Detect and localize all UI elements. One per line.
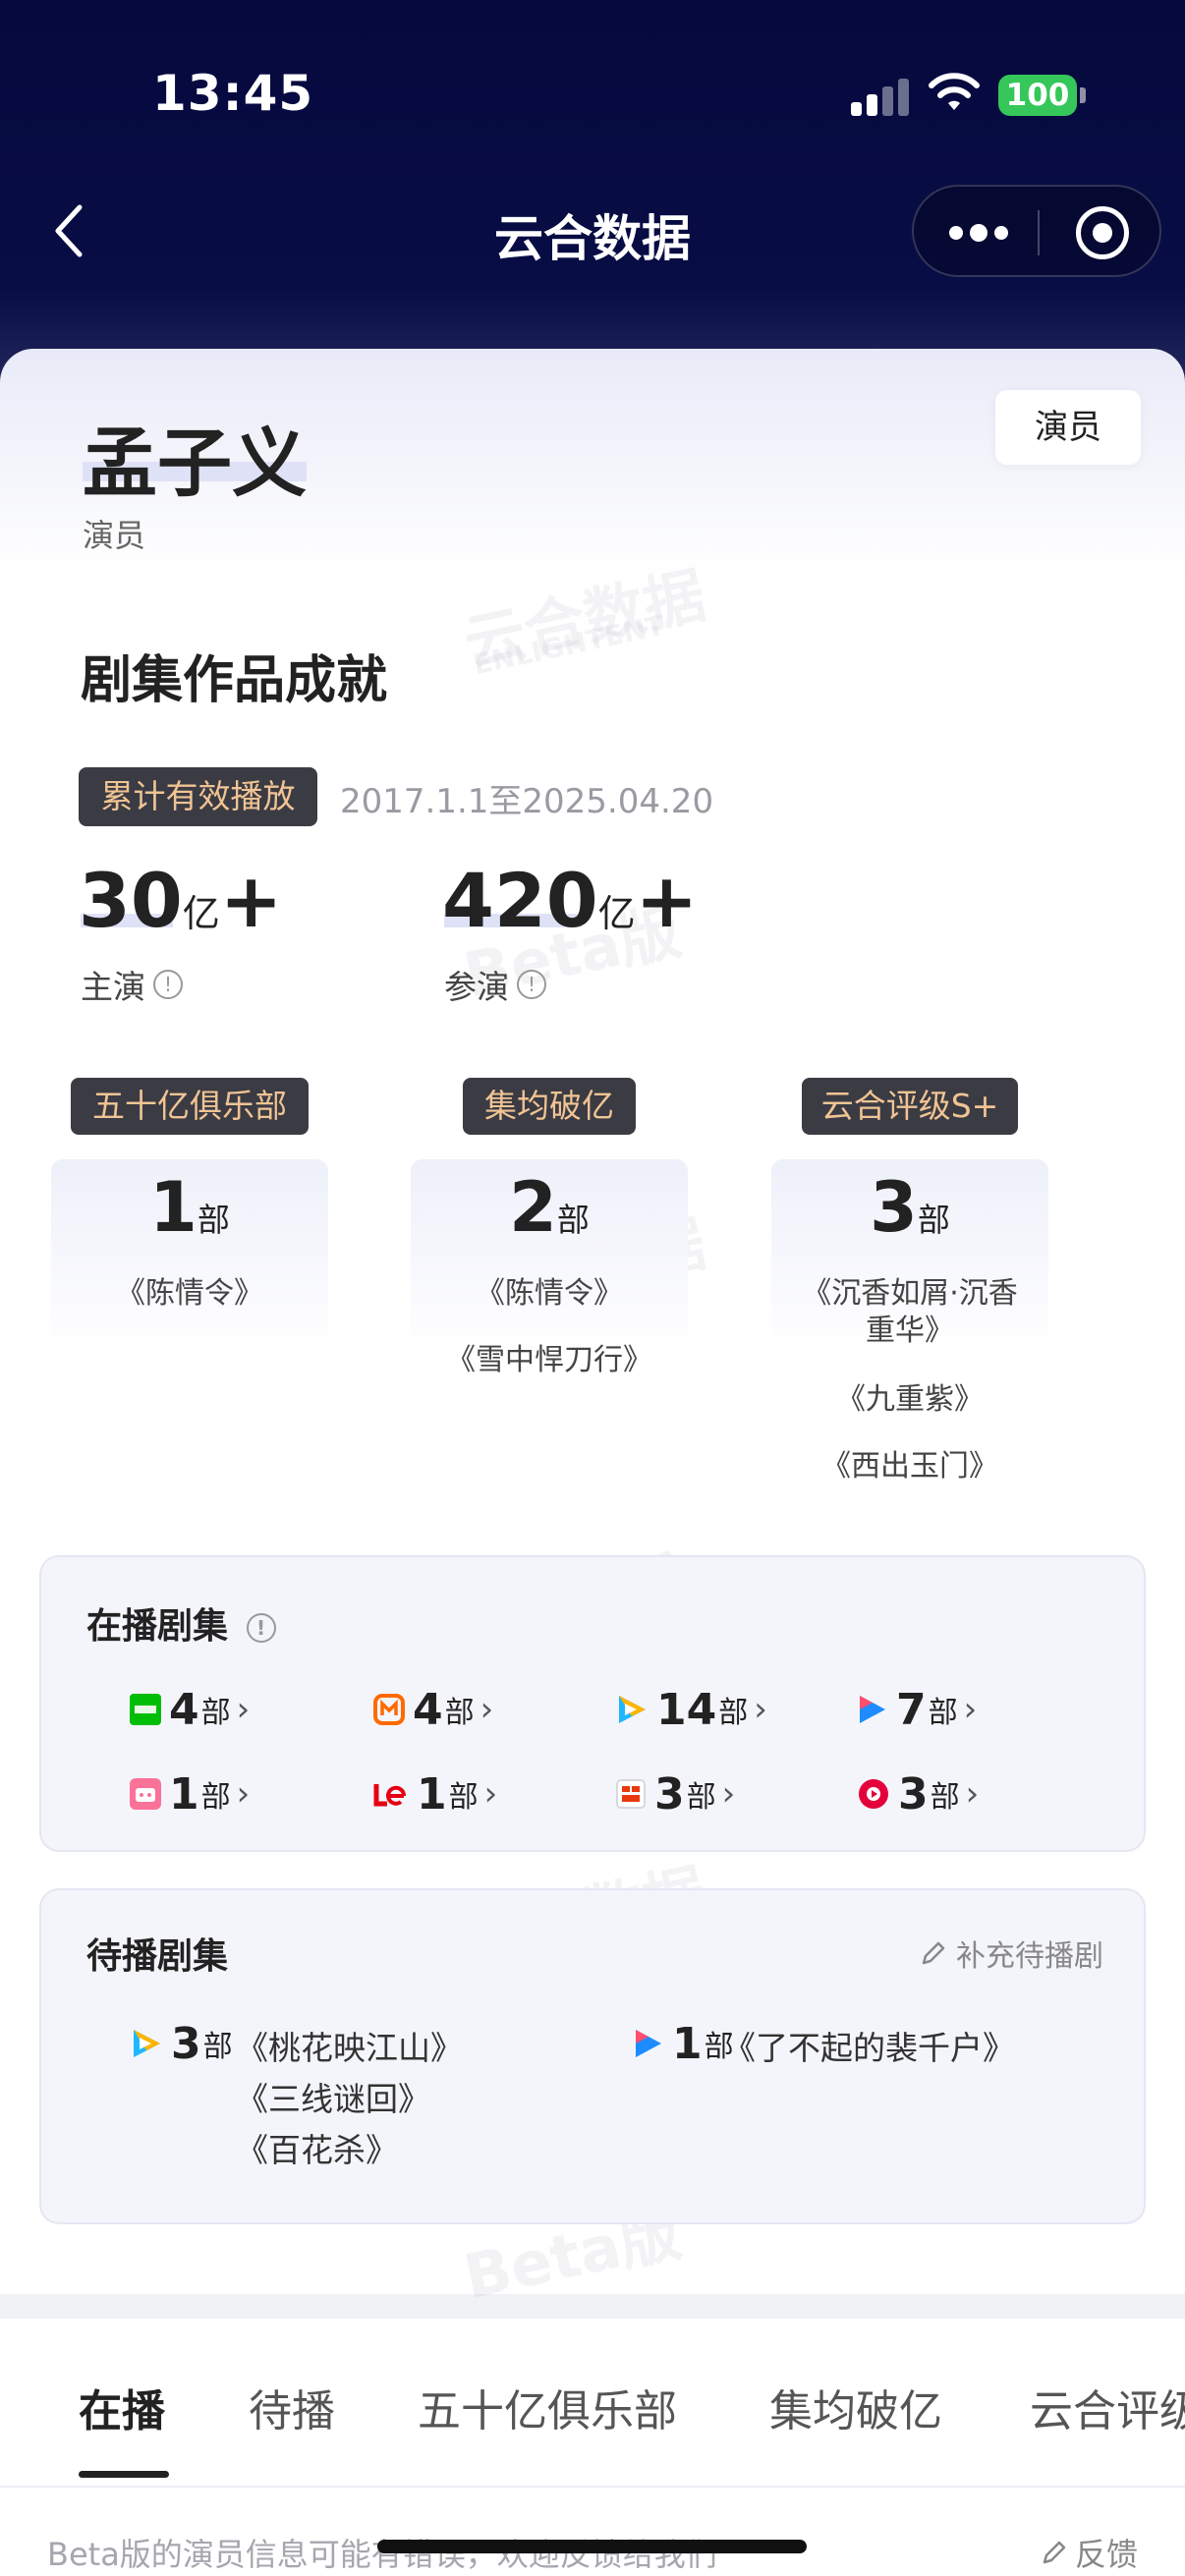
platform-pptv[interactable]: 3 部 › [857, 1764, 979, 1823]
platform-letv[interactable]: 1 部 › [373, 1764, 497, 1823]
achievement-title: 剧集作品成就 [81, 651, 388, 710]
date-range: 2017.1.1至2025.04.20 [340, 782, 714, 821]
club-count: 1部 [149, 1167, 230, 1248]
tencent-video-icon [619, 1696, 646, 1723]
club-count: 2部 [509, 1167, 590, 1248]
more-icon[interactable] [949, 222, 1008, 244]
info-icon[interactable]: ! [517, 970, 546, 999]
actor-name: 孟子义 [83, 420, 307, 507]
feedback-button[interactable]: 反馈 [1040, 2530, 1138, 2575]
chevron-right-icon: › [754, 1690, 767, 1729]
miniapp-capsule [912, 185, 1161, 277]
bilibili-icon [130, 1778, 161, 1810]
chevron-right-icon: › [963, 1690, 978, 1729]
info-icon[interactable]: ! [246, 1613, 276, 1643]
mgtv-icon [373, 1694, 405, 1725]
platform-iqiyi[interactable]: 4 部 › [130, 1680, 250, 1739]
platform-mgtv[interactable]: 4 部 › [373, 1680, 493, 1739]
battery-indicator: 100 [998, 75, 1077, 116]
tab-fifty-billion-club[interactable]: 五十亿俱乐部 [418, 2376, 677, 2438]
youku-icon [860, 1696, 885, 1723]
supplement-button[interactable]: 补充待播剧 [919, 1932, 1103, 1975]
chevron-right-icon: › [236, 1690, 251, 1729]
tab-rating[interactable]: 云合评级 [1030, 2376, 1185, 2438]
pending-drama[interactable]: 《桃花映江山》 [236, 2022, 463, 2069]
active-tab-indicator [79, 2471, 169, 2478]
pending-youku[interactable]: 1部 [633, 2014, 734, 2073]
drama-link[interactable]: 《九重紫》 [771, 1381, 1048, 1419]
battery-tip [1080, 87, 1086, 103]
pencil-icon [1043, 2541, 1066, 2564]
letv-icon [373, 1784, 407, 1807]
airing-title: 在播剧集 ! [86, 1597, 276, 1649]
lead-play-value: 30亿+ [79, 857, 283, 944]
tab-pending[interactable]: 待播 [249, 2376, 335, 2438]
drama-link[interactable]: 《雪中悍刀行》 [411, 1342, 688, 1379]
wifi-icon [929, 73, 980, 110]
chevron-right-icon: › [480, 1690, 494, 1729]
lead-label: 主演! [81, 961, 183, 1008]
platform-bilibili[interactable]: 1 部 › [130, 1764, 250, 1823]
pending-drama[interactable]: 《三线谜回》 [236, 2073, 430, 2120]
tab-avg-over-100m[interactable]: 集均破亿 [769, 2376, 942, 2438]
close-miniapp-icon[interactable] [1076, 206, 1129, 259]
support-label: 参演! [444, 961, 546, 1008]
platform-tencent[interactable]: 14 部 › [615, 1680, 767, 1739]
pptv-icon [859, 1779, 888, 1809]
cumulative-play-badge: 累计有效播放 [79, 767, 317, 826]
drama-link[interactable]: 《陈情令》 [411, 1275, 688, 1313]
pending-drama[interactable]: 《了不起的裴千户》 [723, 2022, 1015, 2069]
club-count: 3部 [870, 1167, 950, 1248]
role-tag-button[interactable]: 演员 [995, 390, 1141, 465]
platform-youku[interactable]: 7 部 › [857, 1680, 977, 1739]
pencil-icon [922, 1941, 945, 1965]
drama-link[interactable]: 《西出玉门》 [771, 1448, 1048, 1485]
tab-airing[interactable]: 在播 [79, 2376, 165, 2438]
chevron-right-icon: › [721, 1774, 736, 1814]
youku-icon [636, 2030, 661, 2057]
chevron-right-icon: › [965, 1774, 980, 1814]
signal-icon [851, 77, 909, 116]
info-icon[interactable]: ! [153, 970, 183, 999]
drama-link[interactable]: 《陈情令》 [51, 1275, 328, 1313]
club-badge: 云合评级S+ [802, 1078, 1018, 1135]
pending-title: 待播剧集 [86, 1936, 229, 1977]
status-time: 13:45 [152, 65, 314, 122]
chevron-right-icon: › [483, 1774, 498, 1814]
capsule-divider [1038, 210, 1040, 255]
tencent-video-icon [134, 2030, 160, 2057]
support-play-value: 420亿+ [442, 857, 699, 944]
club-badge: 五十亿俱乐部 [71, 1078, 309, 1135]
chevron-right-icon: › [236, 1774, 251, 1814]
pending-drama[interactable]: 《百花杀》 [236, 2124, 398, 2171]
actor-role: 演员 [83, 517, 146, 554]
pending-tencent[interactable]: 3部 [130, 2014, 233, 2073]
sohu-video-icon [616, 1779, 646, 1809]
iqiyi-icon [130, 1694, 161, 1725]
platform-sohu[interactable]: 3 部 › [615, 1764, 735, 1823]
club-badge: 集均破亿 [463, 1078, 636, 1135]
drama-link[interactable]: 《沉香如屑·沉香 重华》 [771, 1275, 1048, 1350]
home-indicator[interactable] [377, 2540, 807, 2553]
